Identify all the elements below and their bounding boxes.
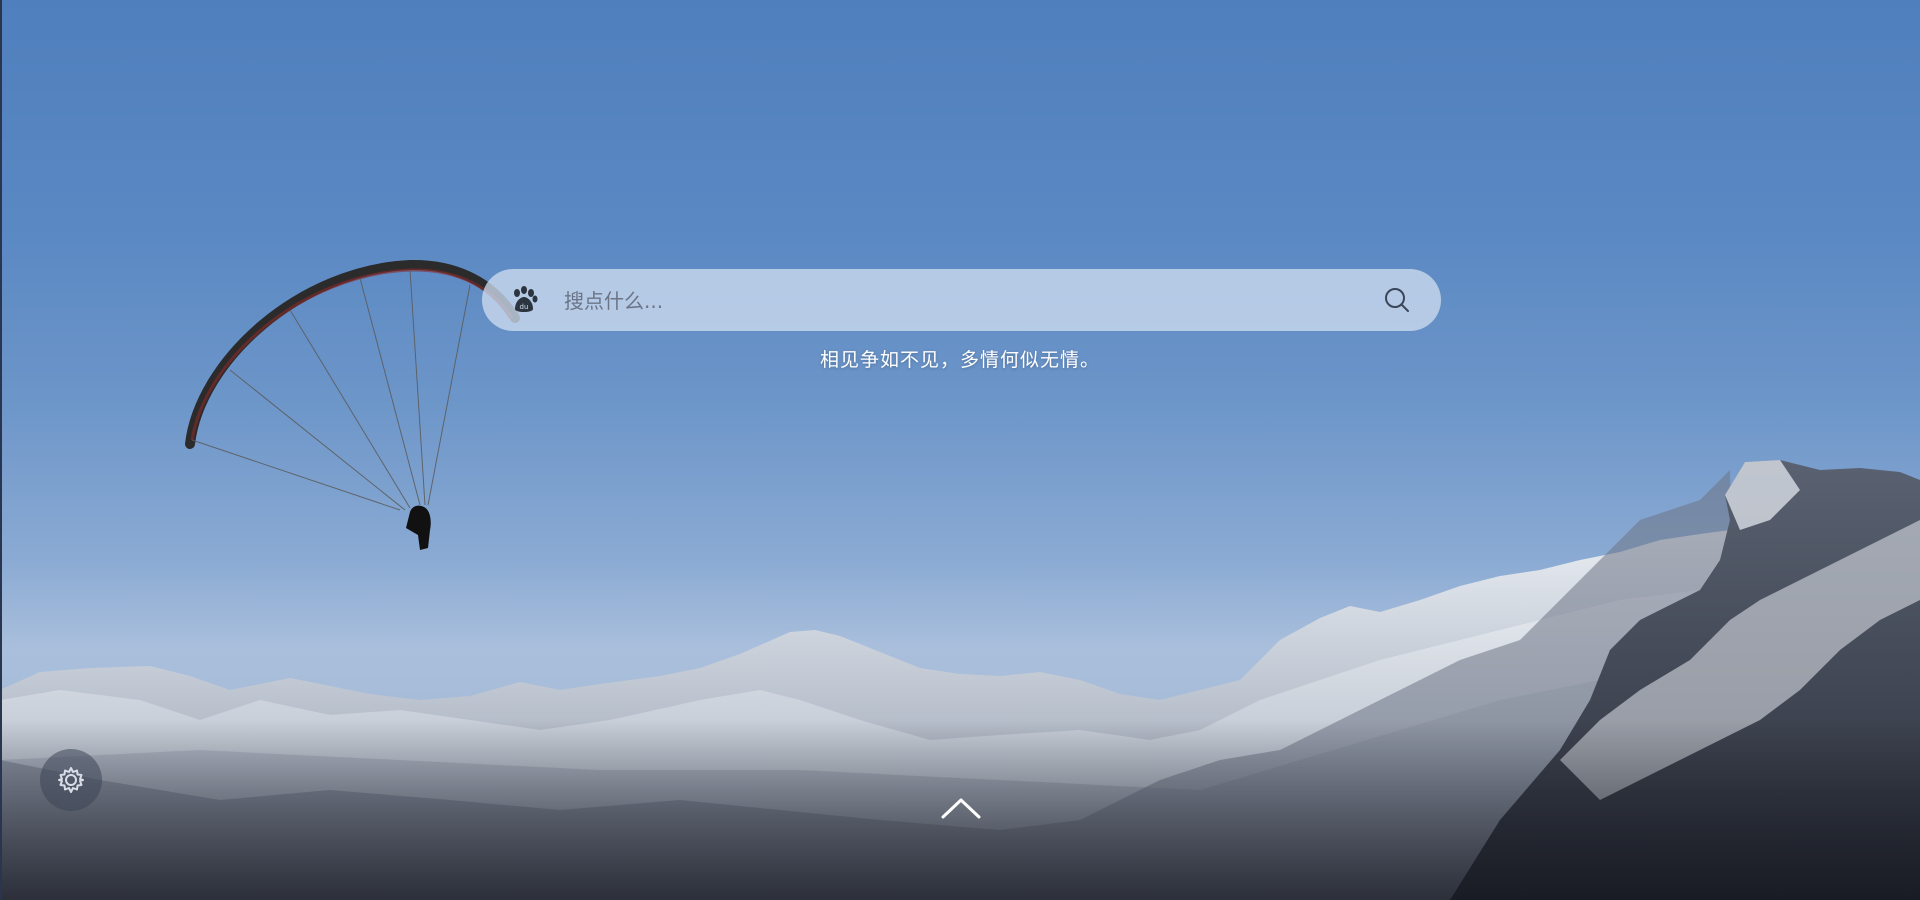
background-wallpaper — [0, 259, 1920, 900]
chevron-up-icon[interactable] — [940, 795, 982, 821]
gear-icon — [58, 767, 84, 793]
window-edge — [0, 0, 2, 900]
svg-text:du: du — [520, 303, 529, 311]
paraglider — [185, 259, 520, 550]
search-icon[interactable] — [1383, 286, 1411, 314]
wallpaper-page: du 相见争如不见，多情何似无情。 — [0, 0, 1920, 900]
baidu-paw-icon[interactable]: du — [509, 285, 539, 315]
search-bar[interactable]: du — [482, 269, 1441, 333]
search-input[interactable] — [562, 269, 1346, 333]
quote-text: 相见争如不见，多情何似无情。 — [819, 349, 1100, 371]
settings-button[interactable] — [40, 749, 102, 811]
